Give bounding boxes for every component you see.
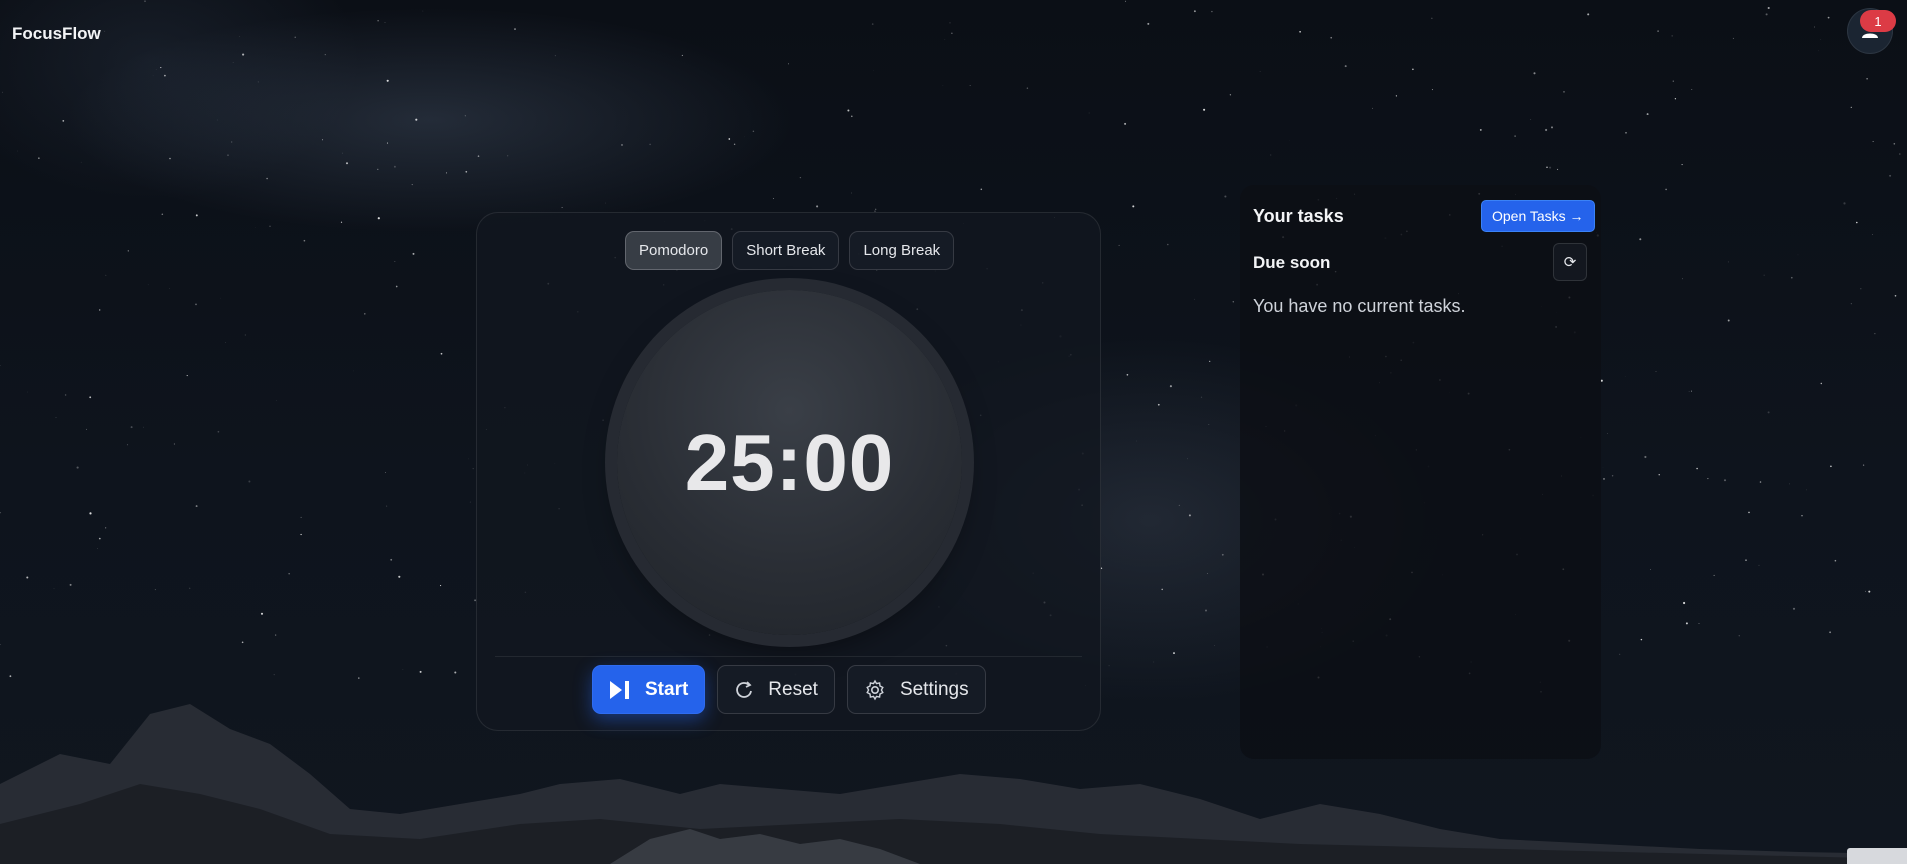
tasks-title: Your tasks bbox=[1253, 206, 1344, 226]
notification-badge[interactable]: 1 bbox=[1860, 10, 1896, 32]
reset-button[interactable]: Reset bbox=[717, 665, 835, 714]
tab-short-break[interactable]: Short Break bbox=[732, 231, 840, 270]
tasks-panel: Your tasks Open Tasks → Due soon ⟳ You h… bbox=[1240, 185, 1601, 759]
start-button[interactable]: Start bbox=[592, 665, 706, 714]
timer-card: Pomodoro Short Break Long Break 25:00 St… bbox=[476, 212, 1101, 731]
mode-tabs: Pomodoro Short Break Long Break bbox=[625, 231, 955, 270]
brand-logo: FocusFlow bbox=[12, 24, 101, 43]
gear-icon bbox=[864, 679, 886, 701]
corner-tab[interactable] bbox=[1847, 848, 1907, 864]
time-readout: 25:00 bbox=[684, 417, 895, 507]
timer-dial: 25:00 bbox=[617, 290, 962, 635]
open-tasks-button[interactable]: Open Tasks → bbox=[1481, 200, 1595, 232]
tab-long-break[interactable]: Long Break bbox=[849, 231, 955, 270]
refresh-tasks-button[interactable]: ⟳ bbox=[1553, 243, 1587, 281]
refresh-icon bbox=[734, 680, 754, 700]
divider bbox=[495, 656, 1082, 657]
settings-label: Settings bbox=[899, 678, 969, 700]
settings-button[interactable]: Settings bbox=[846, 665, 986, 714]
due-soon-heading: Due soon bbox=[1253, 253, 1331, 272]
reset-label: Reset bbox=[768, 678, 818, 700]
refresh-icon: ⟳ bbox=[1563, 254, 1577, 271]
timer-controls: Start Reset Settings bbox=[592, 665, 986, 714]
tab-pomodoro[interactable]: Pomodoro bbox=[625, 231, 723, 270]
play-pause-icon bbox=[609, 680, 631, 700]
start-label: Start bbox=[645, 678, 689, 700]
empty-tasks-message: You have no current tasks. bbox=[1253, 296, 1466, 316]
